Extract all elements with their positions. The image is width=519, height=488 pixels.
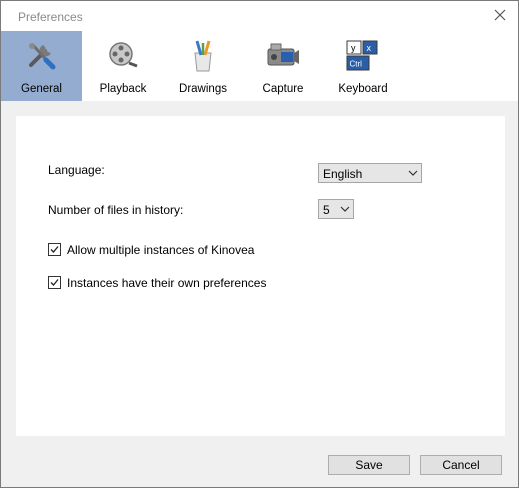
history-label: Number of files in history: (48, 203, 184, 217)
pens-icon (194, 40, 212, 72)
tools-icon (29, 43, 56, 70)
camcorder-icon (267, 43, 299, 66)
checkmark-icon (50, 246, 59, 253)
tab-label: Playback (99, 83, 147, 95)
preferences-window: Preferences General Playback Drawings Ca… (0, 0, 519, 488)
keyboard-keys-icon: y x Ctrl (346, 40, 378, 71)
svg-text:x: x (367, 43, 372, 53)
general-settings-panel: Language: English Number of files in his… (16, 116, 505, 436)
tab-label: Capture (262, 83, 304, 95)
tab-keyboard[interactable]: y x Ctrl Keyboard (323, 31, 403, 101)
tab-capture[interactable]: Capture (243, 31, 323, 101)
checkmark-icon (50, 279, 59, 286)
tab-label: Keyboard (338, 83, 388, 95)
cancel-button[interactable]: Cancel (420, 455, 502, 475)
language-select[interactable]: English (318, 163, 422, 183)
history-count-select[interactable]: 5 (318, 199, 354, 219)
history-count-value: 5 (323, 203, 330, 217)
film-reel-icon (109, 42, 138, 68)
own-preferences-checkbox[interactable] (48, 276, 61, 289)
tab-label: General (21, 83, 62, 95)
allow-multiple-instances-checkbox[interactable] (48, 243, 61, 256)
allow-multiple-instances-label[interactable]: Allow multiple instances of Kinovea (67, 243, 254, 257)
save-button[interactable]: Save (328, 455, 410, 475)
tab-drawings[interactable]: Drawings (163, 31, 243, 101)
svg-text:Ctrl: Ctrl (350, 60, 363, 69)
chevron-down-icon (340, 206, 350, 212)
window-title: Preferences (18, 10, 83, 24)
tab-playback[interactable]: Playback (83, 31, 163, 101)
own-preferences-label[interactable]: Instances have their own preferences (67, 276, 266, 290)
svg-text:y: y (351, 43, 356, 53)
language-label: Language: (48, 163, 105, 177)
close-icon[interactable] (491, 6, 509, 24)
tab-general[interactable]: General (1, 31, 82, 101)
category-tabs: General Playback Drawings Capture y x Ct… (1, 31, 518, 101)
title-bar: Preferences (1, 1, 518, 31)
chevron-down-icon (408, 170, 418, 176)
tab-label: Drawings (179, 83, 227, 95)
language-value: English (323, 167, 363, 181)
